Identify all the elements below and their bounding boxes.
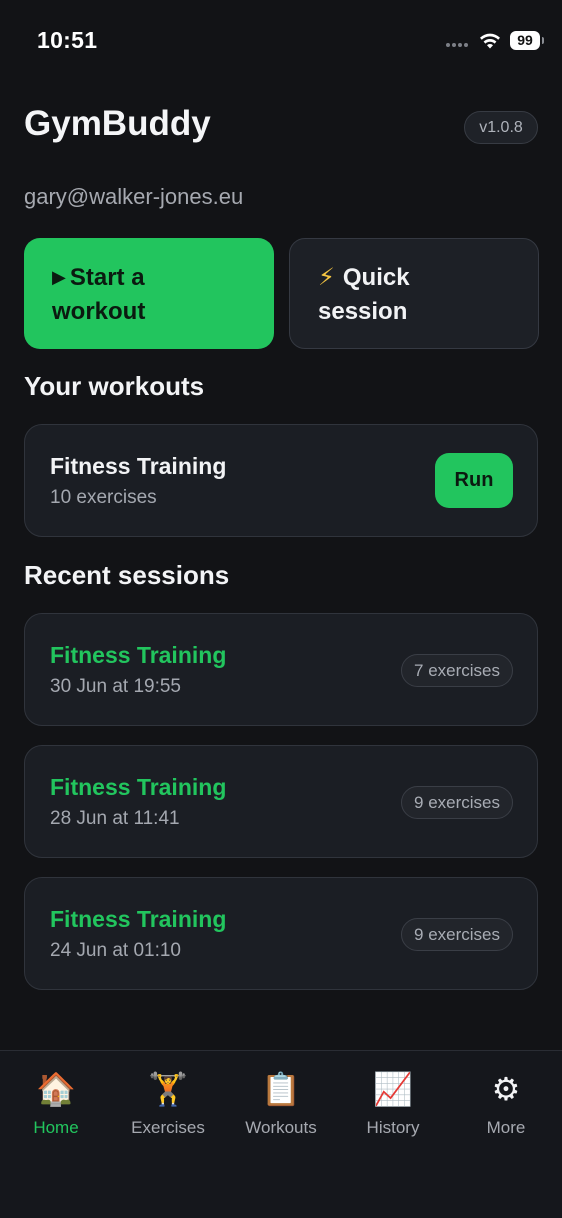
quick-session-button[interactable]: ⚡ Quick session (289, 238, 539, 349)
tab-label: Home (33, 1118, 79, 1137)
status-bar: 10:51 99 (0, 0, 562, 80)
workout-exercise-count: 10 exercises (50, 487, 157, 508)
quick-session-label-line2: session (318, 298, 408, 325)
tab-label: More (486, 1118, 526, 1137)
session-title: Fitness Training (50, 642, 227, 668)
workouts-section-title: Your workouts (24, 371, 205, 401)
workout-card[interactable]: Fitness Training 10 exercises Run (24, 424, 538, 537)
chart-up-icon: 📈 (373, 1071, 413, 1107)
battery-indicator: 99 (510, 31, 544, 50)
workout-title: Fitness Training (50, 453, 227, 479)
cellular-signal-icon (446, 43, 468, 47)
session-card[interactable]: Fitness Training 30 Jun at 19:55 7 exerc… (24, 613, 538, 726)
session-date: 24 Jun at 01:10 (50, 940, 181, 961)
session-title: Fitness Training (50, 774, 227, 800)
gear-icon: ⚙ (491, 1071, 521, 1107)
weightlifter-icon: 🏋 (148, 1071, 188, 1107)
play-icon: ▶ (52, 267, 66, 287)
tab-label: History (366, 1118, 420, 1137)
wifi-icon (480, 33, 500, 49)
tab-workouts[interactable]: 📋 Workouts (225, 1069, 337, 1138)
tab-history[interactable]: 📈 History (337, 1069, 449, 1138)
lightning-icon: ⚡ (318, 264, 335, 291)
status-time: 10:51 (37, 27, 98, 53)
tab-home[interactable]: 🏠 Home (0, 1069, 112, 1138)
session-card[interactable]: Fitness Training 28 Jun at 11:41 9 exerc… (24, 745, 538, 858)
home-icon: 🏠 (36, 1071, 76, 1107)
user-email: gary@walker-jones.eu (24, 184, 244, 209)
session-exercise-count-badge: 9 exercises (401, 786, 513, 819)
session-exercise-count-badge: 7 exercises (401, 654, 513, 687)
tab-label: Workouts (245, 1118, 317, 1137)
start-workout-label-line1: Start a (69, 264, 145, 291)
recent-sessions-title: Recent sessions (24, 560, 230, 590)
tab-exercises[interactable]: 🏋 Exercises (112, 1069, 224, 1138)
session-exercise-count-badge: 9 exercises (401, 918, 513, 951)
start-workout-label-line2: workout (52, 298, 146, 325)
tab-label: Exercises (131, 1118, 205, 1137)
clipboard-icon: 📋 (261, 1071, 301, 1107)
tab-more[interactable]: ⚙ More (450, 1069, 562, 1138)
app-title: GymBuddy (24, 104, 211, 143)
bottom-tab-bar: 🏠 Home 🏋 Exercises 📋 Workouts 📈 History … (0, 1050, 562, 1218)
session-title: Fitness Training (50, 906, 227, 932)
quick-session-label-line1: Quick (342, 264, 410, 291)
session-date: 28 Jun at 11:41 (50, 808, 180, 829)
start-workout-button[interactable]: ▶ Start a workout (24, 238, 274, 349)
version-badge: v1.0.8 (464, 111, 538, 144)
session-date: 30 Jun at 19:55 (50, 676, 181, 697)
session-card[interactable]: Fitness Training 24 Jun at 01:10 9 exerc… (24, 877, 538, 990)
run-workout-button[interactable]: Run (435, 453, 513, 508)
